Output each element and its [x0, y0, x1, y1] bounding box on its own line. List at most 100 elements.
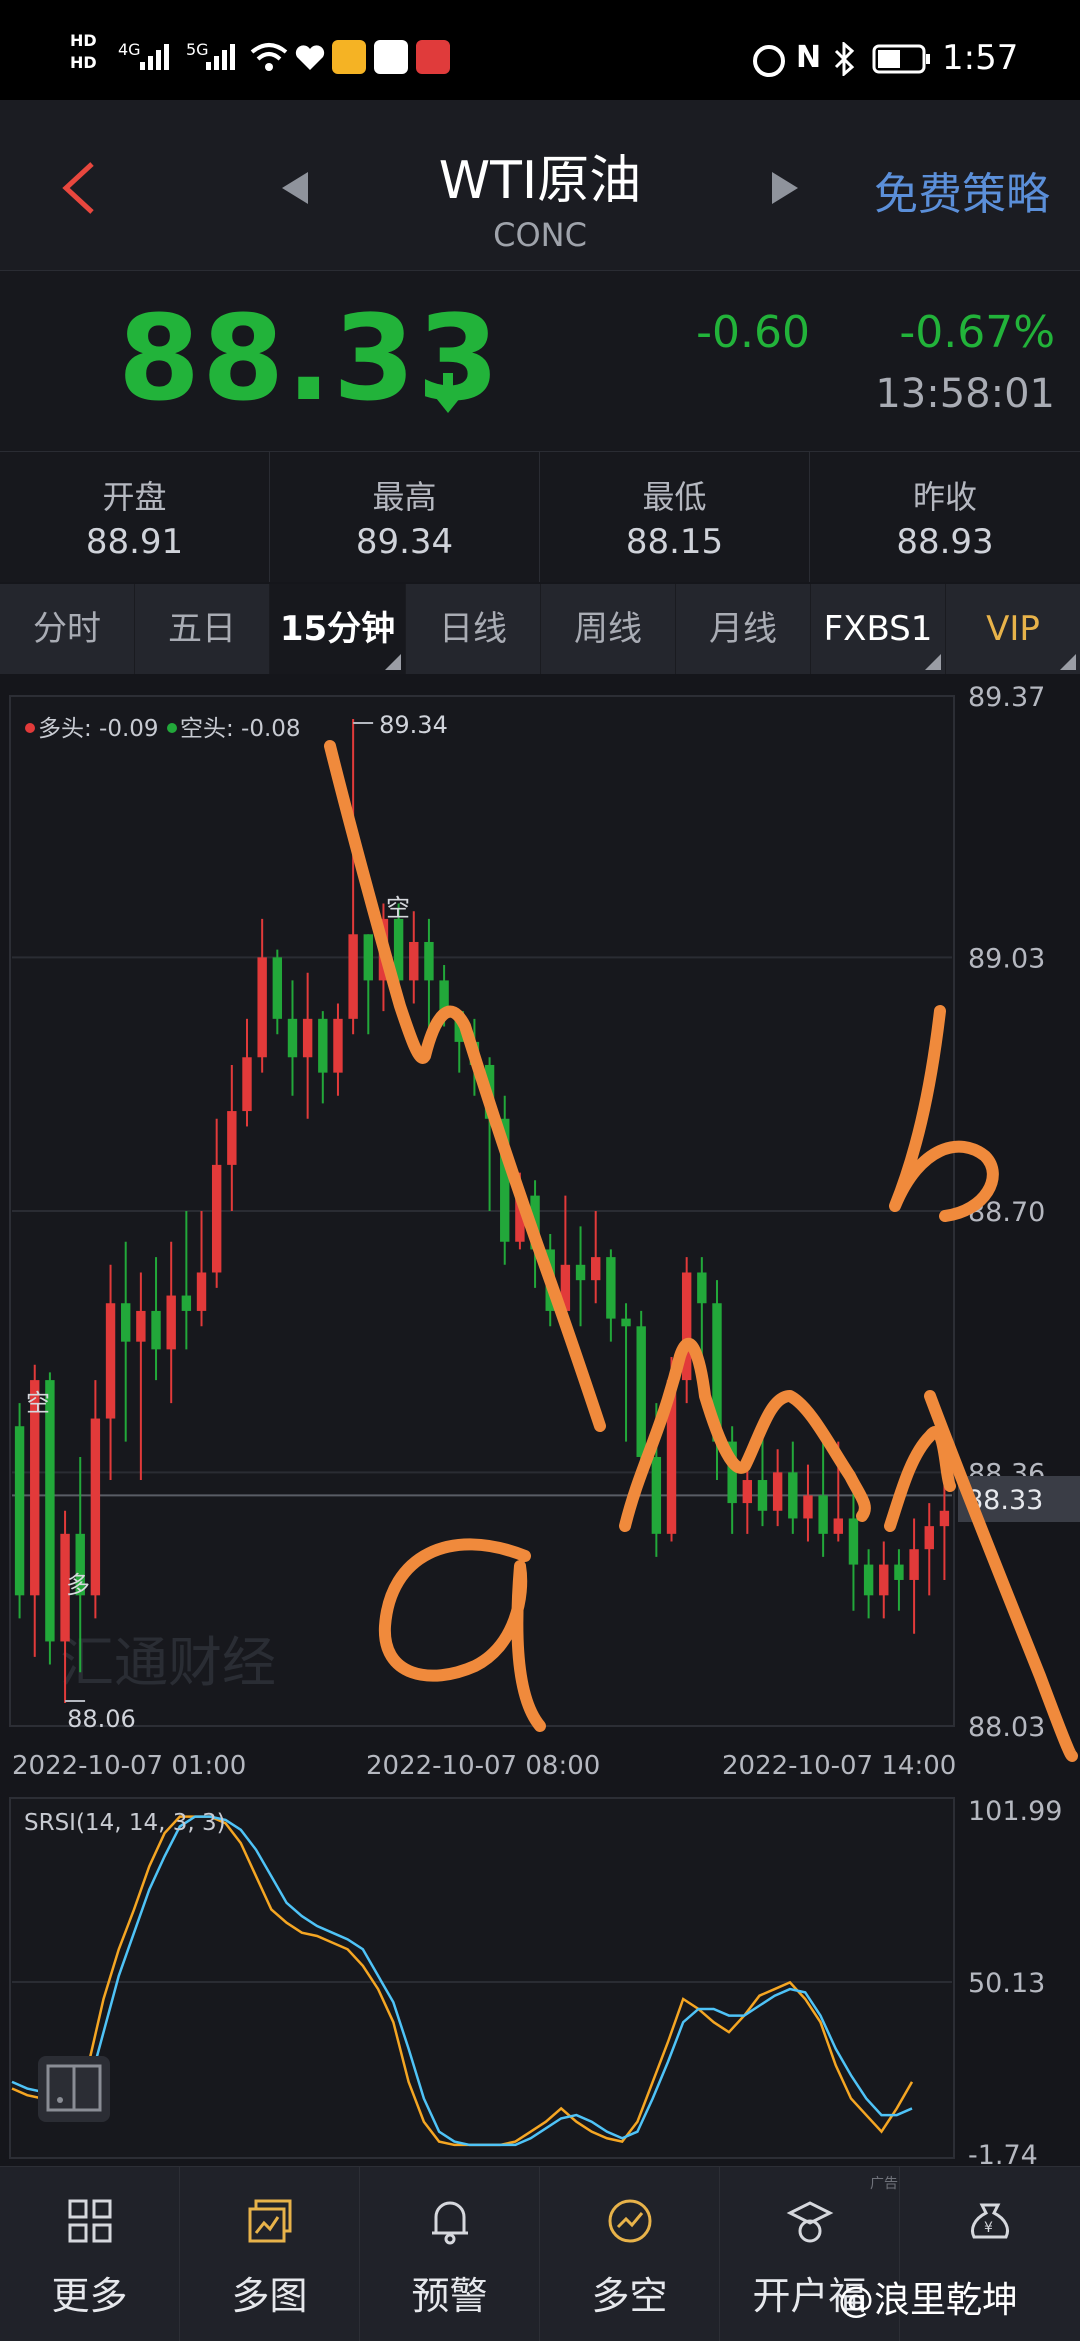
- nav-alert[interactable]: 预警: [360, 2167, 540, 2341]
- grid-icon: [68, 2199, 112, 2243]
- wifi-icon: [250, 43, 288, 71]
- nfc-icon: N: [796, 40, 822, 75]
- free-strategy-button[interactable]: 免费策略: [874, 158, 1050, 222]
- candle-body: [227, 1111, 237, 1165]
- ohlc-high: 最高 89.34: [270, 452, 540, 582]
- heart-icon: [295, 45, 325, 70]
- signal-icon: [140, 44, 169, 70]
- candle-body: [575, 1264, 586, 1281]
- y-tick-label: 88.03: [968, 1712, 1045, 1743]
- tab-fxbs1[interactable]: FXBS1: [811, 584, 946, 674]
- signal-annotation: 多: [66, 1571, 90, 1599]
- float-window-icon: [46, 2064, 102, 2112]
- tab-dropdown-corner-icon: [1060, 654, 1076, 670]
- low-label: 88.06: [67, 1705, 136, 1733]
- candle-body: [924, 1526, 934, 1550]
- bell-icon: [432, 2201, 468, 2245]
- next-instrument-icon[interactable]: [770, 170, 800, 206]
- candle-body: [803, 1495, 813, 1519]
- nav-more[interactable]: 更多: [0, 2167, 180, 2341]
- srsi-title: SRSI(14, 14, 3, 3): [24, 1810, 226, 1836]
- candle-body: [697, 1272, 707, 1304]
- svg-text:¥: ¥: [984, 2220, 993, 2236]
- candle-body: [863, 1564, 874, 1596]
- high-label: 89.34: [379, 711, 448, 739]
- short-legend-dot: [167, 723, 177, 733]
- candle-body: [333, 1018, 343, 1073]
- candle-body: [909, 1549, 919, 1580]
- candle-body: [742, 1480, 753, 1504]
- down-arrow-icon: [432, 373, 464, 413]
- x-tick-1: 2022-10-07 08:00: [366, 1751, 600, 1781]
- sina-app-icon: [374, 40, 408, 74]
- candle-body: [833, 1518, 843, 1534]
- watermark: 汇通财经: [60, 1631, 276, 1694]
- ohlc-panel: 开盘 88.91 最高 89.34 最低 88.15 昨收 88.93: [0, 452, 1080, 582]
- trend-circle-icon: [608, 2199, 652, 2243]
- ad-tag: 广告: [870, 2176, 898, 2192]
- candle-body: [772, 1472, 783, 1511]
- multichart-icon: [248, 2199, 292, 2243]
- short-legend-label: 空头: -0.08: [180, 716, 301, 742]
- tab-vip[interactable]: VIP: [946, 584, 1080, 674]
- tab-intraday[interactable]: 分时: [0, 584, 135, 674]
- tab-dropdown-corner-icon: [385, 654, 401, 670]
- candle-body: [363, 934, 373, 981]
- battery-icon: [872, 44, 930, 74]
- ohlc-low: 最低 88.15: [540, 452, 810, 582]
- candle-body: [121, 1303, 131, 1342]
- hd-indicator: HD HD: [70, 31, 97, 72]
- bluetooth-icon: [834, 42, 855, 76]
- tab-weekly[interactable]: 周线: [541, 584, 676, 674]
- candle-body: [606, 1257, 616, 1319]
- x-tick-2: 2022-10-07 14:00: [722, 1751, 956, 1781]
- srsi-y-tick-label: -1.74: [968, 2140, 1038, 2166]
- app-notification-icon: [416, 40, 450, 74]
- float-window-button[interactable]: [38, 2056, 110, 2122]
- page-title: WTI原油: [438, 151, 642, 211]
- candle-body: [302, 1018, 313, 1058]
- candle-body: [636, 1326, 646, 1457]
- tab-daily[interactable]: 日线: [406, 584, 541, 674]
- nav-multichart[interactable]: 多图: [180, 2167, 360, 2341]
- candlestick-chart[interactable]: 汇通财经 89.3789.0388.7088.3688.0389.3488.06…: [0, 676, 1080, 2171]
- candle-body: [181, 1295, 192, 1311]
- candle-body: [621, 1318, 631, 1327]
- period-tabs: 分时 五日 15分钟 日线 周线 月线 FXBS1 VIP: [0, 584, 1080, 674]
- srsi-y-tick-label: 101.99: [968, 1796, 1062, 1827]
- candle-body: [166, 1295, 176, 1350]
- back-icon[interactable]: [58, 160, 98, 216]
- candle-body: [318, 1018, 328, 1073]
- bottom-nav: 更多 多图 预警 多空 开户福 ¥ 广告 @浪里乾坤: [0, 2166, 1080, 2341]
- x-tick-0: 2022-10-07 01:00: [12, 1751, 246, 1781]
- quote-panel: 88.33 -0.60 -0.67% 13:58:01: [0, 271, 1080, 452]
- candle-body: [14, 1426, 25, 1596]
- clock: 1:57: [942, 38, 1019, 78]
- ohlc-open: 开盘 88.91: [0, 452, 270, 582]
- tab-five-day[interactable]: 五日: [135, 584, 270, 674]
- candle-body: [939, 1510, 950, 1527]
- candle-body: [272, 957, 283, 1019]
- signal-annotation: 空: [386, 894, 410, 922]
- chart-area[interactable]: 汇通财经 89.37 89.03 88.70 88.36 88.03 89.34 88.06…: [0, 676, 1080, 2171]
- nav-long-short[interactable]: 多空: [540, 2167, 720, 2341]
- candle-body: [242, 1057, 252, 1112]
- ohlc-prev-close: 昨收 88.93: [896, 478, 994, 562]
- candle-body: [45, 1380, 55, 1642]
- tab-15min[interactable]: 15分钟: [270, 584, 406, 674]
- money-bag-icon: ¥: [971, 2203, 1009, 2239]
- tab-dropdown-corner-icon: [925, 654, 941, 670]
- candle-body: [894, 1564, 904, 1580]
- status-bar: HD HD 4G 5G N 1:57: [0, 0, 1080, 100]
- long-legend-label: 多头: -0.09: [38, 716, 159, 742]
- candle-body: [257, 957, 267, 1058]
- tab-monthly[interactable]: 月线: [676, 584, 811, 674]
- prev-instrument-icon[interactable]: [280, 170, 310, 206]
- gift-hat-icon: [786, 2201, 834, 2243]
- y-tick-label: 89.03: [968, 943, 1045, 974]
- candle-body: [105, 1303, 116, 1419]
- candle-body: [348, 934, 358, 1019]
- signal-annotation: 空: [26, 1389, 50, 1417]
- candle-body: [818, 1495, 828, 1534]
- quote-time: 13:58:01: [875, 371, 1055, 417]
